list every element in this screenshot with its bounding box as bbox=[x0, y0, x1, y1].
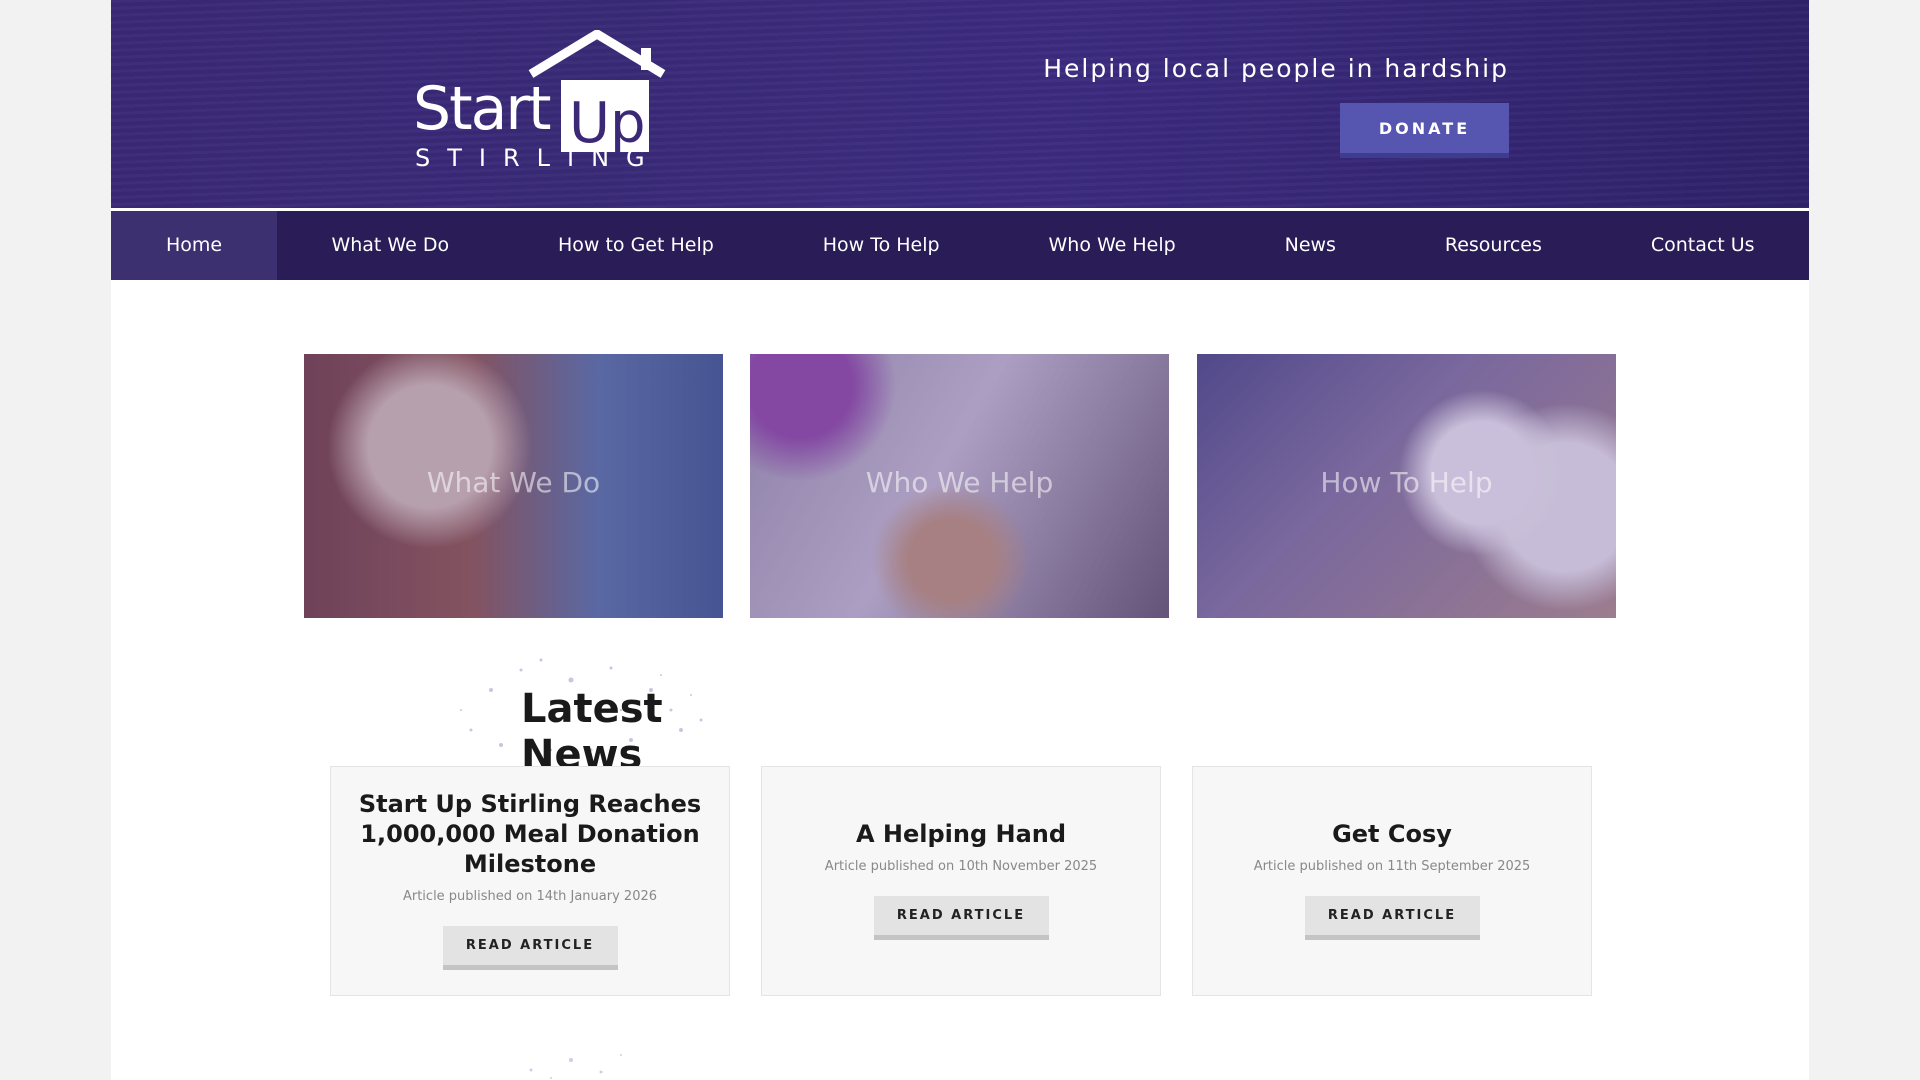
feature-tiles: What We Do Who We Help How To Help bbox=[304, 354, 1616, 618]
nav-item-what-we-do[interactable]: What We Do bbox=[277, 211, 504, 280]
news-card: Get Cosy Article published on 11th Septe… bbox=[1192, 766, 1592, 996]
tile-how-to-help[interactable]: How To Help bbox=[1197, 354, 1616, 618]
nav-item-contact-us[interactable]: Contact Us bbox=[1596, 211, 1809, 280]
read-article-button[interactable]: READ ARTICLE bbox=[442, 926, 618, 970]
tile-what-we-do[interactable]: What We Do bbox=[304, 354, 723, 618]
article-title[interactable]: Get Cosy bbox=[1193, 819, 1591, 849]
latest-news-title: Latest News bbox=[521, 686, 663, 778]
paint-splatter-decoration bbox=[529, 1054, 622, 1079]
article-date: Article published on 14th January 2026 bbox=[402, 889, 658, 904]
read-article-button[interactable]: READ ARTICLE bbox=[873, 896, 1049, 940]
site-header: Up Start STIRLING Helping local people i… bbox=[111, 0, 1809, 208]
nav-item-home[interactable]: Home bbox=[111, 211, 277, 280]
article-title[interactable]: Start Up Stirling Reaches 1,000,000 Meal… bbox=[331, 789, 729, 879]
main-nav: Home What We Do How to Get Help How To H… bbox=[111, 211, 1809, 280]
article-date: Article published on 10th November 2025 bbox=[824, 859, 1098, 874]
tile-label: What We Do bbox=[426, 466, 601, 499]
news-card: A Helping Hand Article published on 10th… bbox=[761, 766, 1161, 996]
tile-who-we-help[interactable]: Who We Help bbox=[750, 354, 1169, 618]
tile-label: Who We Help bbox=[865, 466, 1054, 499]
page: Up Start STIRLING Helping local people i… bbox=[111, 0, 1809, 1080]
donate-button[interactable]: DONATE bbox=[1340, 103, 1509, 158]
nav-item-how-to-help[interactable]: How To Help bbox=[768, 211, 994, 280]
nav-item-who-we-help[interactable]: Who We Help bbox=[994, 211, 1230, 280]
news-card: Start Up Stirling Reaches 1,000,000 Meal… bbox=[330, 766, 730, 996]
tagline: Helping local people in hardship bbox=[1043, 54, 1509, 83]
logo-start-text: Start bbox=[413, 74, 552, 144]
site-logo[interactable]: Up Start STIRLING bbox=[411, 30, 671, 175]
latest-news-heading-area: Latest News bbox=[371, 650, 731, 778]
nav-item-how-to-get-help[interactable]: How to Get Help bbox=[504, 211, 769, 280]
read-article-button[interactable]: READ ARTICLE bbox=[1304, 896, 1480, 940]
article-title[interactable]: A Helping Hand bbox=[762, 819, 1160, 849]
tile-label: How To Help bbox=[1320, 466, 1493, 499]
article-date: Article published on 11th September 2025 bbox=[1253, 859, 1531, 874]
nav-item-news[interactable]: News bbox=[1230, 211, 1390, 280]
logo-stirling-text: STIRLING bbox=[415, 144, 662, 172]
nav-item-resources[interactable]: Resources bbox=[1390, 211, 1596, 280]
